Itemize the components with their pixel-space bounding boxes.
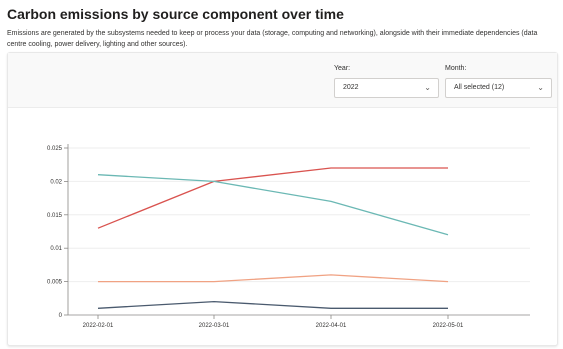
page-title: Carbon emissions by source component ove… (7, 6, 344, 22)
x-tick-label: 2022-04-01 (316, 323, 347, 329)
y-tick-label: 0.02 (50, 179, 62, 185)
x-tick-label: 2022-05-01 (433, 323, 464, 329)
series-line (97, 174, 449, 236)
y-tick-label: 0.015 (47, 213, 63, 219)
y-tick-label: 0.025 (47, 146, 63, 152)
y-tick-label: 0.005 (47, 280, 63, 286)
axes (64, 144, 530, 319)
emissions-line-chart: 0 0.005 0.01 0.015 0.02 0.025 2022-02-01 2022-0… (47, 144, 530, 329)
chart-card: Year: 2022 ⌄ Month: All selected (12) ⌄ … (7, 52, 558, 346)
series-line (98, 274, 449, 283)
series-line (97, 300, 448, 309)
series-lines (97, 167, 449, 309)
x-tick-label: 2022-02-01 (83, 323, 114, 329)
x-tick-label: 2022-03-01 (199, 323, 230, 329)
y-tick-label: 0.01 (50, 246, 62, 252)
tick-labels: 0 0.005 0.01 0.015 0.02 0.025 2022-02-01 2022-0… (47, 146, 464, 329)
page-description: Emissions are generated by the subsystem… (7, 30, 538, 48)
y-tick-label: 0 (59, 313, 63, 319)
gridlines (68, 147, 530, 283)
